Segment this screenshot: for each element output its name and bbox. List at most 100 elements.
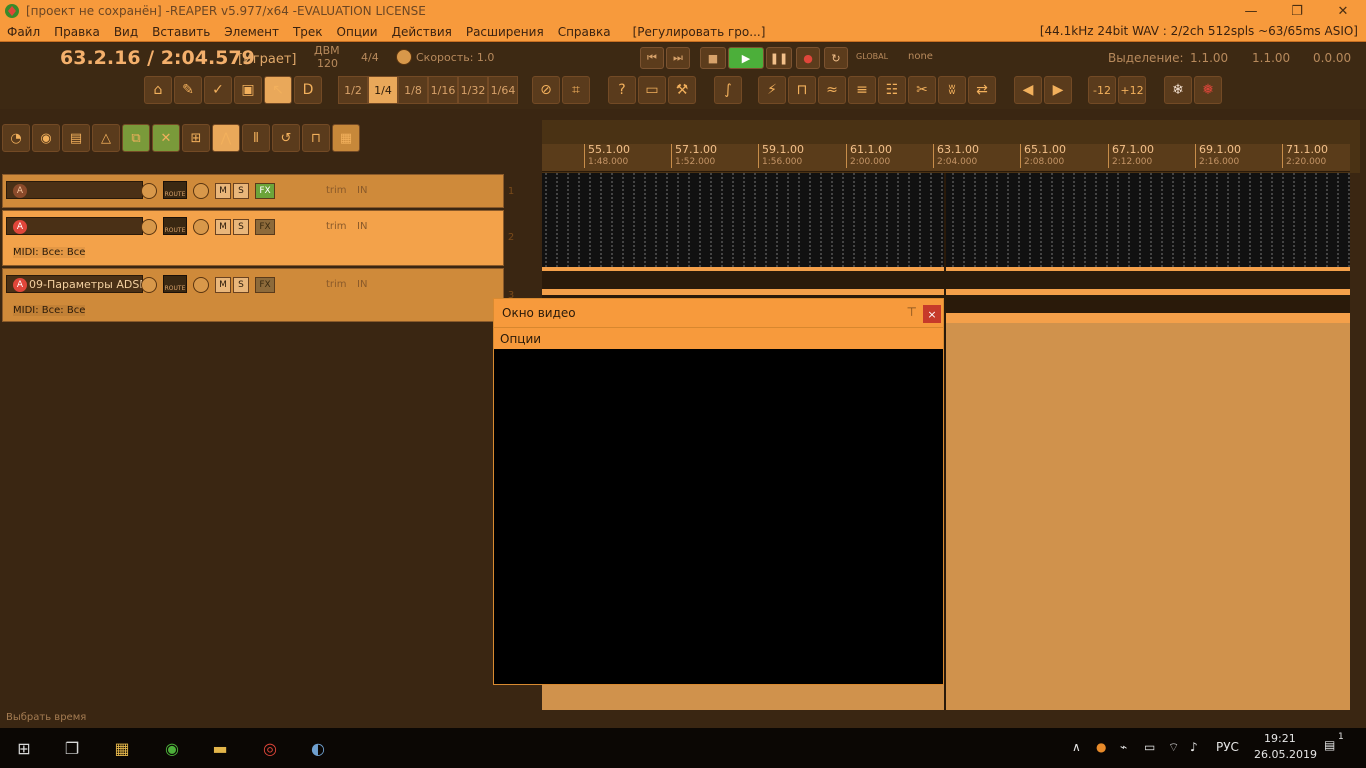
trim-label[interactable]: trim bbox=[326, 279, 347, 290]
language-indicator[interactable]: РУС bbox=[1216, 740, 1239, 754]
stop-icon[interactable]: ■ bbox=[700, 47, 726, 69]
grid-1-4[interactable]: 1/4 bbox=[368, 76, 398, 104]
global-automation-value[interactable]: none bbox=[908, 51, 933, 62]
tracks-icon[interactable]: ☷ bbox=[878, 76, 906, 104]
volume-knob[interactable] bbox=[141, 219, 157, 235]
grid-1-2[interactable]: 1/2 bbox=[338, 76, 368, 104]
record-icon[interactable]: ● bbox=[796, 47, 820, 69]
pitch-up-button[interactable]: +12 bbox=[1118, 76, 1146, 104]
menu-help[interactable]: Справка bbox=[551, 25, 618, 39]
chrome-icon[interactable]: ◎ bbox=[256, 734, 284, 762]
track-2[interactable]: A ROUTE M S FX trim IN MIDI: Все: Все bbox=[2, 210, 504, 266]
selection-length[interactable]: 0.0.00 bbox=[1313, 51, 1351, 65]
loop-icon[interactable]: ⇄ bbox=[968, 76, 996, 104]
volume-knob[interactable] bbox=[141, 183, 157, 199]
menu-file[interactable]: Файл bbox=[0, 25, 47, 39]
waveform-icon[interactable]: ≈ bbox=[818, 76, 846, 104]
go-end-icon[interactable]: ⏭ bbox=[666, 47, 690, 69]
go-start-icon[interactable]: ⏮ bbox=[640, 47, 664, 69]
clock-time[interactable]: 19:21 bbox=[1264, 732, 1296, 745]
notification-icon[interactable]: ▤ bbox=[1324, 738, 1335, 752]
curve-icon[interactable]: ∫ bbox=[714, 76, 742, 104]
snapshot-icon[interactable]: ▣ bbox=[234, 76, 262, 104]
solo-button[interactable]: S bbox=[233, 183, 249, 199]
lock-small-icon[interactable]: ⊓ bbox=[302, 124, 330, 152]
video-window[interactable]: Окно видео ⊤ × Опции bbox=[493, 298, 944, 685]
tray-app-icon[interactable]: ● bbox=[1096, 740, 1106, 754]
pause-icon[interactable]: ❚❚ bbox=[766, 47, 792, 69]
envelope-edit-icon[interactable]: ⋀ bbox=[212, 124, 240, 152]
help-icon[interactable]: ? bbox=[608, 76, 636, 104]
undo-icon[interactable]: ↺ bbox=[272, 124, 300, 152]
solo-button[interactable]: S bbox=[233, 277, 249, 293]
unfreeze-icon[interactable]: ❅ bbox=[1194, 76, 1222, 104]
grid-1-32[interactable]: 1/32 bbox=[458, 76, 488, 104]
layers-icon[interactable]: ≡ bbox=[848, 76, 876, 104]
cross-icon[interactable]: ✕ bbox=[152, 124, 180, 152]
ripple-icon[interactable]: ⌂ bbox=[144, 76, 172, 104]
record-arm-button[interactable]: A bbox=[13, 184, 27, 198]
maximize-button[interactable]: ❐ bbox=[1274, 0, 1320, 22]
horizontal-scrollbar[interactable] bbox=[542, 710, 1360, 724]
play-icon[interactable]: ▶ bbox=[728, 47, 764, 69]
vertical-scrollbar[interactable] bbox=[1350, 173, 1366, 710]
item-d-icon[interactable]: D bbox=[294, 76, 322, 104]
input-label[interactable]: IN bbox=[357, 185, 367, 196]
prev-icon[interactable]: ◀ bbox=[1014, 76, 1042, 104]
input-label[interactable]: IN bbox=[357, 221, 367, 232]
route-button[interactable]: ROUTE bbox=[163, 275, 187, 293]
midi-input[interactable]: MIDI: Все: Все bbox=[13, 305, 86, 316]
selection-start[interactable]: 1.1.00 bbox=[1190, 51, 1228, 65]
fx-button[interactable]: FX bbox=[255, 277, 275, 293]
wifi-icon[interactable]: ⌔ bbox=[1168, 740, 1179, 755]
explorer-icon[interactable]: ▬ bbox=[206, 734, 234, 762]
clock-date[interactable]: 26.05.2019 bbox=[1254, 748, 1317, 761]
bars-icon[interactable]: ⦀ bbox=[242, 124, 270, 152]
grid-1-16[interactable]: 1/16 bbox=[428, 76, 458, 104]
folder-icon[interactable]: ▭ bbox=[638, 76, 666, 104]
cursor-icon[interactable]: ↖ bbox=[264, 76, 292, 104]
tray-expand-icon[interactable]: ∧ bbox=[1072, 740, 1081, 754]
trim-label[interactable]: trim bbox=[326, 221, 347, 232]
record-arm-button[interactable]: A bbox=[13, 220, 27, 234]
close-button[interactable]: ✕ bbox=[1320, 0, 1366, 22]
envelope-icon[interactable]: ✓ bbox=[204, 76, 232, 104]
wrench-icon[interactable]: ⚒ bbox=[668, 76, 696, 104]
monitor-icon[interactable]: ◉ bbox=[32, 124, 60, 152]
doc-icon[interactable]: ▤ bbox=[62, 124, 90, 152]
solo-button[interactable]: S bbox=[233, 219, 249, 235]
lock-icon[interactable]: ⊓ bbox=[788, 76, 816, 104]
triangle-icon[interactable]: △ bbox=[92, 124, 120, 152]
paperclip-icon[interactable]: ⊘ bbox=[532, 76, 560, 104]
menu-options[interactable]: Опции bbox=[330, 25, 385, 39]
route-button[interactable]: ROUTE bbox=[163, 217, 187, 235]
selection-end[interactable]: 1.1.00 bbox=[1252, 51, 1290, 65]
mute-button[interactable]: M bbox=[215, 219, 231, 235]
windows-start-icon[interactable]: ⊞ bbox=[10, 734, 38, 762]
bpm-value[interactable]: 120 bbox=[317, 57, 338, 70]
volume-icon[interactable]: ♪ bbox=[1190, 740, 1198, 754]
route-button[interactable]: ROUTE bbox=[163, 181, 187, 199]
pitch-down-button[interactable]: -12 bbox=[1088, 76, 1116, 104]
pan-knob[interactable] bbox=[193, 277, 209, 293]
fx-button[interactable]: FX bbox=[255, 183, 275, 199]
track-3[interactable]: A 09-Параметры ADSR ROUTE M S FX trim IN… bbox=[2, 268, 504, 322]
next-icon[interactable]: ▶ bbox=[1044, 76, 1072, 104]
spectrum-icon[interactable]: ʬ bbox=[938, 76, 966, 104]
grid-icon[interactable]: ⊞ bbox=[182, 124, 210, 152]
calculator-icon[interactable]: ▦ bbox=[108, 734, 136, 762]
snap-icon[interactable]: ⧉ bbox=[122, 124, 150, 152]
mute-button[interactable]: M bbox=[215, 277, 231, 293]
reaper-taskbar-icon[interactable]: ◉ bbox=[158, 734, 186, 762]
menu-actions[interactable]: Действия bbox=[385, 25, 459, 39]
grid-1-8[interactable]: 1/8 bbox=[398, 76, 428, 104]
menu-extensions[interactable]: Расширения bbox=[459, 25, 551, 39]
video-close-button[interactable]: × bbox=[923, 305, 941, 323]
time-signature[interactable]: 4/4 bbox=[361, 51, 379, 64]
record-arm-button[interactable]: A bbox=[13, 278, 27, 292]
edit-icon[interactable]: ✎ bbox=[174, 76, 202, 104]
grid-1-64[interactable]: 1/64 bbox=[488, 76, 518, 104]
volume-knob[interactable] bbox=[141, 277, 157, 293]
snowflake-icon[interactable]: ❄ bbox=[1164, 76, 1192, 104]
scissors-icon[interactable]: ✂ bbox=[908, 76, 936, 104]
